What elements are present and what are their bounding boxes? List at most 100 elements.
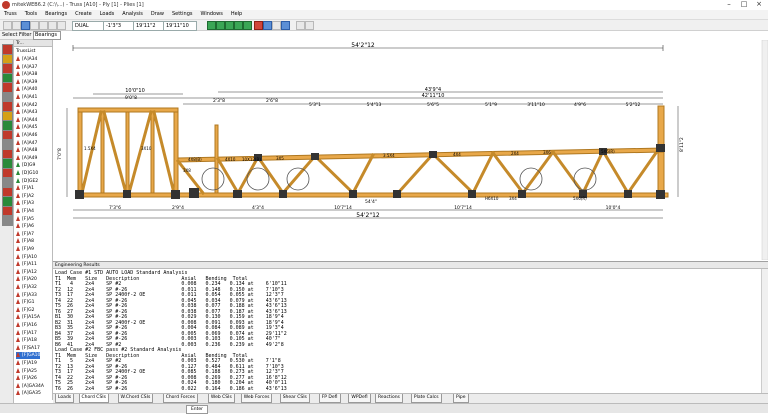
tree-item[interactable]: [F]A5 <box>16 215 34 223</box>
tree-item[interactable]: [A]GA35 <box>16 390 41 397</box>
coord-field-a[interactable]: -1'3"3 <box>103 21 135 31</box>
zoom-out-icon[interactable] <box>216 21 225 30</box>
tree-item[interactable]: [F]G2 <box>16 306 34 314</box>
tree-item[interactable]: [F]A7 <box>16 230 34 238</box>
open-icon[interactable] <box>12 21 21 30</box>
drawing-scrollbar[interactable] <box>761 39 768 261</box>
tree-item[interactable]: [A]A39 <box>16 78 37 86</box>
tree-item[interactable]: [F]A19 <box>16 360 37 367</box>
results-tab[interactable]: Reactions <box>375 394 403 403</box>
select-filter-dropdown[interactable]: Bearings <box>33 31 61 40</box>
tree-item[interactable]: [A]A48 <box>16 147 37 154</box>
results-tab[interactable]: Loads <box>55 394 75 403</box>
tree-item[interactable]: [F]A9 <box>16 246 34 253</box>
truss-drawing-svg[interactable]: 54'2"12 43'9"4 42'11"10 10'0"10 9'0"8 2'… <box>53 39 768 261</box>
menu-loads[interactable]: Loads <box>96 10 119 19</box>
tree-item[interactable]: [F]A33 <box>16 291 37 299</box>
tree-item[interactable]: [F]A8 <box>16 238 34 245</box>
menu-settings[interactable]: Settings <box>168 10 197 19</box>
zoom-in-icon[interactable] <box>207 21 216 30</box>
tree-item[interactable]: [F]A11 <box>16 261 37 268</box>
coord-field-c[interactable]: 19'11"10 <box>163 21 197 31</box>
tree-item[interactable]: [D]G10 <box>16 170 38 177</box>
tree-item[interactable]: [F]A32 <box>16 284 37 291</box>
layers-icon[interactable] <box>305 21 314 30</box>
results-tab[interactable]: Plate Calcs <box>410 394 442 403</box>
view-mode-field[interactable]: DUAL <box>72 21 104 31</box>
print-icon[interactable] <box>30 21 39 30</box>
tree-item[interactable]: [F]A6 <box>16 223 34 230</box>
tree-item[interactable]: [F]A2 <box>16 192 34 200</box>
tree-item[interactable]: [F]SA17 <box>16 344 40 352</box>
tree-item[interactable]: [A]A46 <box>16 132 37 139</box>
menu-analysis[interactable]: Analysis <box>118 10 147 19</box>
tree-item[interactable]: [A]A44 <box>16 116 37 124</box>
results-tab[interactable]: Shear CSIs <box>279 394 310 403</box>
tree-item[interactable]: [A]GA34A <box>16 382 44 390</box>
tree-item[interactable]: [F]A20 <box>16 276 37 283</box>
tree-item[interactable]: [A]A43 <box>16 109 37 116</box>
results-tab[interactable]: Chord Forces <box>162 394 199 403</box>
minimize-button[interactable]: – <box>722 0 736 9</box>
menu-bearings[interactable]: Bearings <box>41 10 71 19</box>
results-tab[interactable]: W.Chord CSIs <box>117 394 154 403</box>
maximize-button[interactable]: □ <box>737 0 751 9</box>
tree-root[interactable]: TrussList <box>16 49 35 54</box>
zoom-window-icon[interactable] <box>234 21 243 30</box>
close-button[interactable]: × <box>752 0 766 9</box>
tree-item[interactable]: [F]A18 <box>16 337 37 344</box>
tree-item[interactable]: [F]GA10 <box>16 352 41 360</box>
settings-icon[interactable] <box>296 21 305 30</box>
refresh-icon[interactable] <box>263 21 272 30</box>
cut-icon[interactable] <box>39 21 48 30</box>
menu-windows[interactable]: Windows <box>196 10 226 19</box>
menu-tools[interactable]: Tools <box>21 10 41 19</box>
tree-item[interactable]: [A]A47 <box>16 139 37 147</box>
results-tab[interactable]: Web CSIs <box>207 394 235 403</box>
menu-draw[interactable]: Draw <box>147 10 168 19</box>
menu-create[interactable]: Create <box>71 10 96 19</box>
menu-help[interactable]: Help <box>227 10 246 19</box>
zoom-fit-icon[interactable] <box>225 21 234 30</box>
grid-icon[interactable] <box>272 21 281 30</box>
help-icon[interactable] <box>281 21 290 30</box>
paste-icon[interactable] <box>57 21 66 30</box>
tree-item[interactable]: [D]GE2 <box>16 177 38 185</box>
tree-item[interactable]: [F]A4 <box>16 208 34 215</box>
copy-icon[interactable] <box>48 21 57 30</box>
menu-truss[interactable]: Truss <box>0 10 21 19</box>
tree-item[interactable]: [F]G1 <box>16 299 34 306</box>
tree-item[interactable]: [F]A26 <box>16 375 37 382</box>
engineering-results-scrollbar[interactable] <box>761 269 768 394</box>
tree-item[interactable]: [A]A37 <box>16 63 37 71</box>
tree-item[interactable]: [A]A40 <box>16 86 37 93</box>
tree-item[interactable]: [F]A10 <box>16 253 37 261</box>
tree-item[interactable]: [F]A3 <box>16 200 34 207</box>
tree-item[interactable]: [F]A25 <box>16 367 37 375</box>
tree-item[interactable]: [F]A17 <box>16 329 37 337</box>
tree-item[interactable]: [F]A1 <box>16 185 34 192</box>
tree-item[interactable]: [A]A34 <box>16 56 37 63</box>
tree-item[interactable]: [F]A15A <box>16 314 40 321</box>
save-icon[interactable] <box>21 21 30 30</box>
results-tab[interactable]: Chord CSIs <box>78 394 109 403</box>
tree-item[interactable]: [A]A42 <box>16 101 37 109</box>
tree-item[interactable]: [A]A38 <box>16 71 37 78</box>
results-tab[interactable]: FP Defl <box>318 394 341 403</box>
tool-icon[interactable] <box>2 215 13 226</box>
tree-item[interactable]: [A]A41 <box>16 94 37 101</box>
truss-drawing-canvas[interactable]: 54'2"12 43'9"4 42'11"10 10'0"10 9'0"8 2'… <box>53 39 768 261</box>
new-icon[interactable] <box>3 21 12 30</box>
pan-icon[interactable] <box>243 21 252 30</box>
stop-icon[interactable] <box>254 21 263 30</box>
tree-item[interactable]: [D]G9 <box>16 162 35 169</box>
tree-item[interactable]: [A]A49 <box>16 154 37 162</box>
coord-field-b[interactable]: 19'11"2 <box>133 21 165 31</box>
tree-item[interactable]: [F]A12 <box>16 268 37 276</box>
results-tab[interactable]: Pipe <box>453 394 469 403</box>
tree-item[interactable]: [A]A45 <box>16 124 37 131</box>
results-tab[interactable]: WPDefl <box>348 394 371 403</box>
truss-icon <box>16 154 20 160</box>
tree-item[interactable]: [F]A16 <box>16 322 37 329</box>
results-tab[interactable]: Web Forces <box>240 394 273 403</box>
